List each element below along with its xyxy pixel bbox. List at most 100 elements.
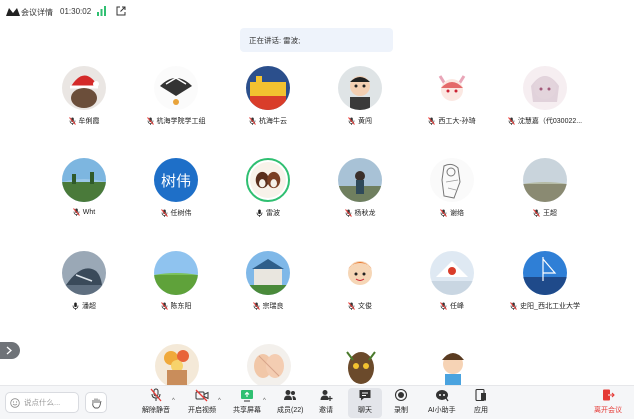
leave-label: 离开会议 [594,407,622,414]
participant-avatar [246,251,290,295]
unmute-button[interactable]: 解除静音 [142,388,170,418]
participant-tile[interactable]: 史阳_西北工业大学 [500,251,590,321]
participant-name-row: 宗瑞良 [223,301,313,311]
avatar-initials: 树伟 [161,172,191,190]
mic-muted-icon [72,208,80,216]
mic-muted-icon [533,209,540,217]
participant-tile[interactable]: 树伟任树伟 [131,158,221,228]
apps-label: 应用 [474,407,488,414]
chat-input-placeholder: 说点什么... [24,398,61,407]
participant-tile[interactable]: 谢络 [407,158,497,228]
external-link-icon[interactable] [116,6,126,16]
participant-avatar [62,251,106,295]
participant-name-row: 史阳_西北工业大学 [500,301,590,311]
participant-name: 谢络 [450,210,464,217]
participant-tile[interactable]: Wht [39,158,129,228]
unmute-options-caret[interactable]: ^ [172,398,175,404]
participant-name: 任树伟 [170,210,192,217]
emoji-icon[interactable] [10,397,20,408]
participant-name: 杨秋龙 [354,210,376,217]
participant-name: 文俊 [358,303,372,310]
participant-tile[interactable]: 文俊 [315,251,405,321]
participant-tile[interactable]: 西工大-孙琦 [407,66,497,136]
participant-tile[interactable]: 宗瑞良 [223,251,313,321]
mic-muted-icon [440,302,447,310]
participant-name-row: 陈东阳 [131,301,221,311]
participant-avatar [247,344,291,388]
participant-name-row: 王超 [500,208,590,218]
unmute-label: 解除静音 [142,407,170,414]
participant-name-row: 杭海牛云 [223,116,313,126]
chat-button[interactable]: 聊天 [348,388,382,418]
top-bar: 会议详情 01:30:02 [0,0,634,24]
invite-button[interactable]: 邀请 [319,388,333,418]
apps-button[interactable]: 应用 [474,388,488,418]
participant-name-row: 雷波 [223,208,313,218]
participant-name: 杭海牛云 [259,118,287,125]
video-options-caret[interactable]: ^ [218,398,221,404]
side-panel-toggle[interactable] [0,342,20,359]
participant-tile[interactable]: 牟俐霞 [39,66,129,136]
ai-assistant-button[interactable]: AI小助手 [428,388,456,418]
participant-tile[interactable]: 杭海牛云 [223,66,313,136]
participant-name: Wht [82,208,96,216]
chat-input[interactable]: 说点什么... [5,392,79,413]
participant-tile[interactable]: 杨秋龙 [315,158,405,228]
participant-avatar [523,158,567,202]
mic-muted-icon [510,302,517,310]
participant-avatar [430,158,474,202]
participant-name: 陈东阳 [170,303,192,310]
participant-tile[interactable]: 陈东阳 [131,251,221,321]
app-logo-icon [6,8,20,16]
mic-on-icon [256,209,263,217]
participant-tile[interactable]: 任峰 [407,251,497,321]
mic-muted-icon [160,302,168,310]
participant-name: 宗瑞良 [262,303,284,310]
participant-tile[interactable]: 杭海学院学工组 [131,66,221,136]
participant-tile[interactable]: 潘超 [39,251,129,321]
participant-avatar [338,251,382,295]
participant-avatar [62,66,106,110]
meeting-info-link[interactable]: 会议详情 [21,7,53,18]
participant-tile[interactable]: 沈慧嘉（代030022... [500,66,590,136]
participant-avatar [62,158,106,202]
record-label: 录制 [394,407,408,414]
participant-avatar [339,344,383,388]
raise-hand-button[interactable] [85,392,107,413]
members-icon [284,390,297,400]
participant-avatar [246,158,290,202]
participant-avatar [523,66,567,110]
participant-name: 王超 [543,210,557,217]
participant-name-row: 西工大-孙琦 [407,116,497,126]
participant-avatar [246,66,290,110]
participant-tile[interactable]: 雷波 [223,158,313,228]
start-video-button[interactable]: 开启视频 [188,388,216,418]
participant-tile[interactable]: 黄闯 [315,66,405,136]
participant-name-row: 文俊 [315,301,405,311]
bottom-toolbar: 说点什么... 解除静音 ^ 开启视频 ^ 共享屏幕 ^ 成员(22) 邀请 聊… [0,385,634,419]
mic-muted-icon [160,209,168,217]
members-button[interactable]: 成员(22) [277,388,303,418]
participant-name: 西工大-孙琦 [438,118,476,125]
participant-name-row: Wht [39,208,129,216]
hand-icon [92,398,102,409]
mic-muted-icon [428,117,436,125]
leave-meeting-button[interactable]: 离开会议 [594,388,622,415]
ai-assistant-icon [435,390,449,402]
share-screen-button[interactable]: 共享屏幕 [233,388,261,418]
participant-avatar [154,251,198,295]
signal-strength-icon [97,6,106,16]
mic-muted-icon [68,117,76,125]
participant-avatar [154,66,198,110]
participant-name: 任峰 [450,303,464,310]
participant-tile[interactable]: 王超 [500,158,590,228]
participant-name-row: 任峰 [407,301,497,311]
participant-avatar [338,66,382,110]
participant-name: 牟俐霞 [78,118,100,125]
participant-name-row: 杨秋龙 [315,208,405,218]
mic-muted-icon [146,117,154,125]
apps-icon [475,388,486,402]
share-options-caret[interactable]: ^ [263,398,266,404]
record-button[interactable]: 录制 [394,388,408,418]
share-screen-label: 共享屏幕 [233,407,261,414]
